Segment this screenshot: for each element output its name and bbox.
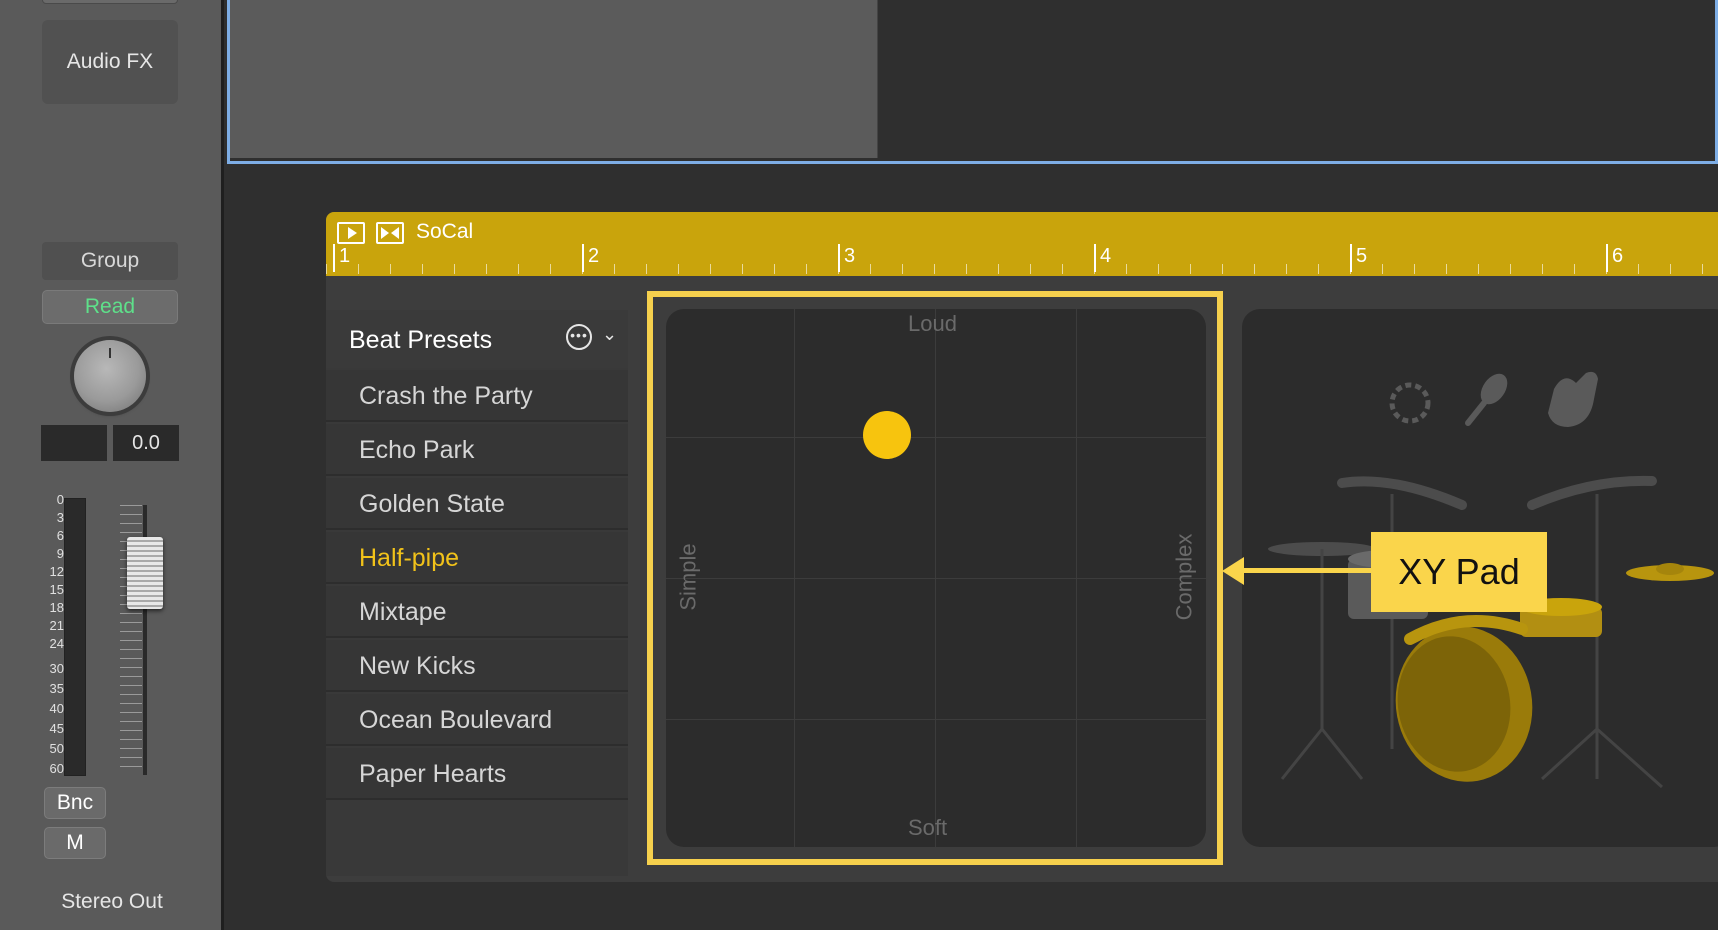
xy-label-simple: Simple (675, 543, 701, 611)
meter-scale-label: 9 (56, 546, 64, 561)
meter-scale-label: 30 (49, 661, 64, 676)
xy-label-soft: Soft (908, 815, 948, 840)
bar-number: 4 (1094, 244, 1111, 272)
meter-scale-label: 45 (49, 721, 64, 736)
preset-item[interactable]: Paper Hearts (326, 748, 628, 800)
meter-scale-label: 12 (49, 564, 64, 579)
beat-presets-panel: Beat Presets ••• ⌄ Crash the Party Echo P… (326, 310, 628, 876)
meter-scale-label: 35 (49, 681, 64, 696)
xy-label-loud: Loud (908, 311, 957, 336)
volume-readout[interactable]: 0.0 (113, 425, 179, 461)
region-trim-icon[interactable] (376, 222, 404, 244)
ruler-ticks (326, 264, 1718, 274)
meter-scale-label: 0 (56, 492, 64, 507)
mute-button[interactable]: M (44, 827, 106, 859)
pan-knob-indicator (109, 348, 111, 358)
level-meter (64, 498, 86, 776)
preset-item[interactable]: Ocean Boulevard (326, 694, 628, 746)
xy-pad[interactable]: Loud Soft Simple Complex (666, 309, 1206, 847)
logic-window: Audio FX Group Read 0.0 0 3 6 9 12 15 18… (0, 0, 1718, 930)
preset-item[interactable]: Golden State (326, 478, 628, 530)
xy-label-complex: Complex (1171, 533, 1197, 621)
strip-top-button[interactable] (42, 0, 178, 4)
callout-arrow-head (1222, 557, 1244, 585)
preset-item[interactable]: Echo Park (326, 424, 628, 476)
bar-number: 5 (1350, 244, 1367, 272)
xy-pad-callout: XY Pad (1371, 532, 1547, 612)
automation-mode-button[interactable]: Read (42, 290, 178, 324)
preset-item[interactable]: New Kicks (326, 640, 628, 692)
xy-pad-puck[interactable] (863, 411, 911, 459)
meter-scale-label: 15 (49, 582, 64, 597)
tambourine-icon[interactable] (1389, 382, 1431, 424)
shaker-icon[interactable] (1465, 369, 1513, 426)
play-region-icon[interactable] (337, 222, 365, 244)
beat-presets-title: Beat Presets (349, 326, 493, 354)
bar-number: 2 (582, 244, 599, 272)
peak-display (41, 425, 107, 461)
bar-number: 6 (1606, 244, 1623, 272)
region-ruler[interactable]: SoCal 1 2 3 4 5 6 (326, 212, 1718, 276)
grid-line (666, 719, 1206, 720)
bounce-button[interactable]: Bnc (44, 787, 106, 819)
tracks-area[interactable] (227, 0, 1718, 164)
meter-scale-label: 21 (49, 618, 64, 633)
bar-number: 3 (838, 244, 855, 272)
meter-scale-label: 40 (49, 701, 64, 716)
preset-item[interactable]: Half-pipe (326, 532, 628, 584)
meter-scale-label: 60 (49, 761, 64, 776)
bar-number: 1 (333, 244, 350, 272)
grid-line (666, 437, 1206, 438)
channel-strip: Audio FX Group Read 0.0 0 3 6 9 12 15 18… (0, 0, 224, 930)
volume-fader[interactable] (127, 537, 163, 609)
clap-icon[interactable] (1548, 371, 1598, 427)
meter-scale-label: 18 (49, 600, 64, 615)
output-label: Stereo Out (61, 890, 163, 913)
group-slot[interactable]: Group (42, 242, 178, 280)
beat-presets-header: Beat Presets ••• ⌄ (326, 310, 628, 368)
pan-knob[interactable] (74, 340, 146, 412)
callout-arrow-line (1240, 568, 1372, 573)
preset-item[interactable]: Crash the Party (326, 370, 628, 422)
region-name: SoCal (416, 220, 474, 243)
more-options-icon[interactable]: ••• (566, 324, 592, 350)
meter-scale-label: 24 (49, 636, 64, 651)
grid-line (666, 578, 1206, 579)
meter-scale: 0 3 6 9 12 15 18 21 24 30 35 40 45 50 60 (36, 493, 64, 775)
preset-item[interactable]: Mixtape (326, 586, 628, 638)
meter-scale-label: 3 (56, 510, 64, 525)
track-region[interactable] (230, 0, 878, 158)
audio-fx-slot[interactable]: Audio FX (42, 20, 178, 104)
meter-scale-label: 50 (49, 741, 64, 756)
meter-scale-label: 6 (56, 528, 64, 543)
chevron-down-icon[interactable]: ⌄ (602, 324, 617, 345)
